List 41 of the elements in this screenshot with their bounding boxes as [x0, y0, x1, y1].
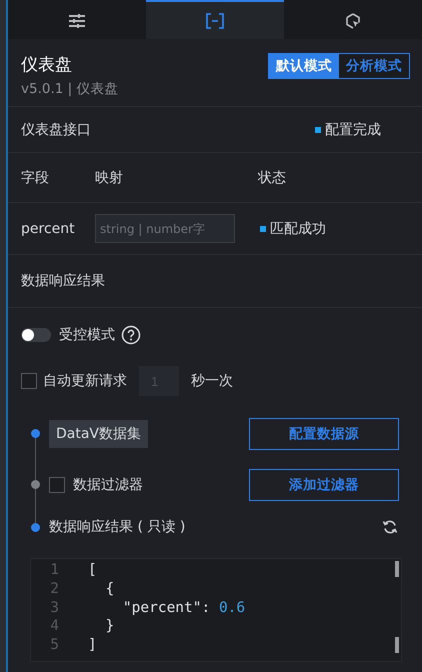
code-line: [: [88, 562, 97, 578]
line-number: 1: [49, 562, 59, 578]
line-number: 2: [49, 581, 59, 598]
column-header: 映射: [95, 168, 124, 186]
checkbox[interactable]: [49, 476, 65, 492]
line-number: 5: [49, 637, 59, 654]
help-icon[interactable]: [121, 325, 141, 345]
section-title: 仪表盘接口: [21, 120, 91, 138]
code-line: }: [104, 618, 114, 634]
status-text: 配置完成: [325, 120, 381, 138]
refresh-icon[interactable]: [382, 519, 398, 535]
column-header: 字段: [21, 168, 50, 186]
checkbox-label: 自动更新请求: [43, 372, 127, 390]
line-number: 4: [49, 618, 59, 634]
line-number: 3: [49, 600, 59, 616]
mode-tab[interactable]: 分析模式: [339, 54, 409, 78]
code-line: "percent": 0.6: [122, 600, 246, 616]
version-text: v5.0.1 | 仪表盘: [21, 80, 118, 98]
outline-button[interactable]: 添加过滤器: [249, 468, 399, 500]
component-title: 仪表盘: [21, 54, 73, 76]
panel-tab[interactable]: [146, 0, 284, 39]
toggle-switch[interactable]: [21, 328, 51, 342]
field-name: percent: [21, 220, 76, 236]
checkbox-label: 数据过滤器: [73, 476, 143, 494]
mode-tab[interactable]: 默认模式: [269, 54, 339, 78]
mapping-field[interactable]: string | number字: [95, 214, 235, 243]
toggle-label: 受控模式: [59, 326, 115, 344]
section-title: 数据响应结果: [21, 272, 105, 290]
cursor-icon: [345, 12, 361, 28]
code-line: ]: [88, 637, 97, 654]
outline-button[interactable]: 配置数据源: [249, 418, 399, 450]
status-text: 匹配成功: [270, 220, 326, 238]
dataset-tag: DataV数据集: [49, 420, 148, 448]
column-header: 状态: [258, 168, 287, 186]
bracket-icon: [206, 12, 224, 28]
code-editor[interactable]: 1 [ 2 { 3 "percent": 0.6 4 } 5 ]: [30, 558, 402, 662]
code-line: {: [104, 581, 114, 598]
checkbox[interactable]: [21, 373, 37, 389]
step-label: 数据响应结果 ( 只读 ): [49, 518, 186, 536]
sliders-icon: [69, 14, 85, 28]
unit-label: 秒一次: [191, 372, 233, 390]
